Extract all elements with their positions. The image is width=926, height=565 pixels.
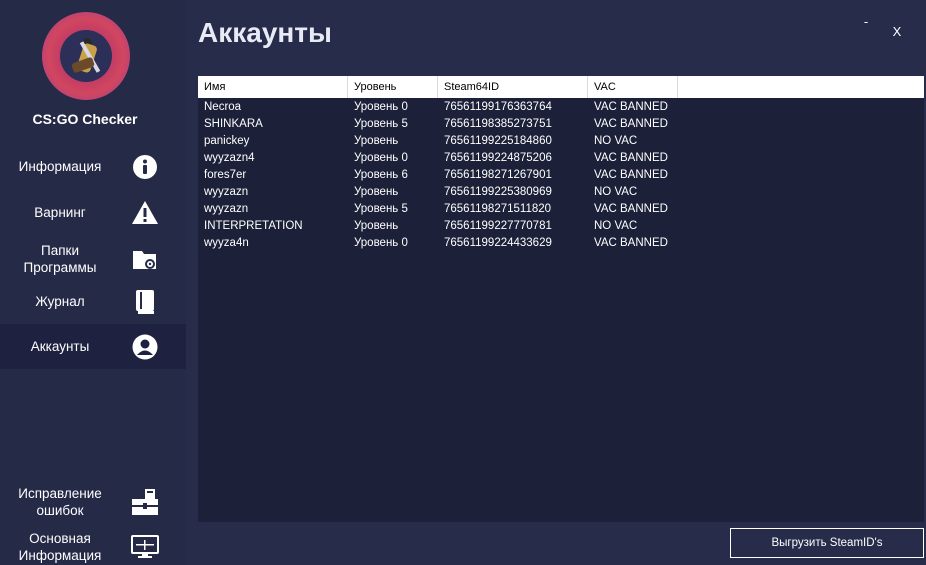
sidebar-item-accounts[interactable]: Аккаунты — [0, 324, 186, 369]
monitor-icon — [131, 533, 159, 561]
cell-steamid: 76561198385273751 — [444, 118, 552, 130]
cell-name: Necroa — [204, 101, 242, 113]
sidebar-item-troubleshooting[interactable]: Исправление ошибок — [0, 479, 186, 525]
table-row[interactable]: wyyza4n Уровень 0 76561199224433629 VAC BAN… — [198, 235, 924, 252]
cell-steamid: 76561199224433629 — [444, 237, 552, 249]
table-row[interactable]: panickey Уровень 76561199225184860 NO VAC — [198, 133, 924, 150]
cell-name: wyyzazn — [204, 203, 249, 215]
cell-vac: NO VAC — [594, 135, 638, 147]
close-button[interactable]: X — [887, 24, 907, 39]
cell-vac: NO VAC — [594, 186, 638, 198]
cell-steamid: 76561198271511820 — [444, 203, 552, 215]
cell-vac: VAC BANNED — [594, 169, 668, 181]
sidebar-item-info[interactable]: Информация — [0, 144, 186, 189]
cell-level: Уровень 0 — [354, 152, 408, 164]
sidebar-item-label: Папки Программы — [23, 243, 97, 275]
cell-name: INTERPRETATION — [204, 220, 303, 232]
cell-name: wyyzazn4 — [204, 152, 255, 164]
cell-steamid: 76561199225184860 — [444, 135, 552, 147]
cell-vac: VAC BANNED — [594, 203, 668, 215]
sidebar-item-program-folders[interactable]: Папки Программы — [0, 236, 186, 282]
column-header-vac[interactable]: VAC — [588, 76, 678, 98]
sidebar-item-label: Основная Информация — [18, 531, 102, 563]
app-name: CS:GO Checker — [32, 111, 138, 127]
accounts-table[interactable]: Имя Уровень Steam64ID VAC Necroa Уровень … — [198, 76, 924, 522]
column-header-steamid[interactable]: Steam64ID — [438, 76, 588, 98]
sidebar-item-warning[interactable]: Варнинг — [0, 190, 186, 235]
book-icon — [131, 288, 159, 316]
cell-name: SHINKARA — [204, 118, 263, 130]
toolbox-icon — [131, 488, 159, 516]
cell-level: Уровень 5 — [354, 203, 408, 215]
cell-name: wyyza4n — [204, 237, 249, 249]
app-logo — [42, 12, 130, 100]
cell-steamid: 76561199224875206 — [444, 152, 552, 164]
sidebar-item-label: Информация — [18, 159, 102, 174]
sidebar-item-general-info[interactable]: Основная Информация — [0, 524, 186, 565]
sidebar-item-label: Аккаунты — [30, 339, 90, 354]
sidebar-item-label: Исправление ошибок — [18, 486, 102, 518]
cell-steamid: 76561199225380969 — [444, 186, 552, 198]
table-row[interactable]: wyyzazn4 Уровень 0 76561199224875206 VAC BA… — [198, 150, 924, 167]
user-icon — [131, 333, 159, 361]
table-row[interactable]: SHINKARA Уровень 5 76561198385273751 VAC BA… — [198, 116, 924, 133]
export-steamids-button[interactable]: Выгрузить SteamID's — [730, 528, 924, 558]
cell-level: Уровень 5 — [354, 118, 408, 130]
column-header-level[interactable]: Уровень — [348, 76, 438, 98]
cell-level: Уровень — [354, 135, 399, 147]
sidebar-item-label: Журнал — [35, 294, 85, 309]
page-title: Аккаунты — [198, 17, 332, 48]
sidebar-item-label: Варнинг — [34, 205, 86, 220]
cell-level: Уровень 0 — [354, 101, 408, 113]
cell-steamid: 76561198271267901 — [444, 169, 552, 181]
sidebar: CS:GO Checker Информация Варнинг Папки П… — [0, 0, 186, 565]
cell-level: Уровень 6 — [354, 169, 408, 181]
table-row[interactable]: wyyzazn Уровень 5 76561198271511820 VAC BAN… — [198, 201, 924, 218]
table-header: Имя Уровень Steam64ID VAC — [198, 76, 924, 98]
cell-name: panickey — [204, 135, 250, 147]
folder-settings-icon — [131, 246, 159, 274]
cell-steamid: 76561199176363764 — [444, 101, 552, 113]
cell-name: fores7er — [204, 169, 247, 181]
sidebar-item-journal[interactable]: Журнал — [0, 279, 186, 324]
table-row[interactable]: wyyzazn Уровень 76561199225380969 NO VAC — [198, 184, 924, 201]
column-header-name[interactable]: Имя — [198, 76, 348, 98]
cell-vac: VAC BANNED — [594, 101, 668, 113]
warning-icon — [131, 199, 159, 227]
cell-level: Уровень — [354, 186, 399, 198]
cell-level: Уровень 0 — [354, 237, 408, 249]
table-row[interactable]: Necroa Уровень 0 76561199176363764 VAC BANN… — [198, 99, 924, 116]
table-row[interactable]: INTERPRETATION Уровень 76561199227770781 NO… — [198, 218, 924, 235]
cell-vac: VAC BANNED — [594, 152, 668, 164]
cell-vac: NO VAC — [594, 220, 638, 232]
cell-name: wyyzazn — [204, 186, 249, 198]
cell-steamid: 76561199227770781 — [444, 220, 552, 232]
info-icon — [131, 153, 159, 181]
cell-vac: VAC BANNED — [594, 237, 668, 249]
table-row[interactable]: fores7er Уровень 6 76561198271267901 VAC BA… — [198, 167, 924, 184]
minimize-button[interactable]: - — [856, 14, 876, 29]
cell-level: Уровень — [354, 220, 399, 232]
cell-vac: VAC BANNED — [594, 118, 668, 130]
